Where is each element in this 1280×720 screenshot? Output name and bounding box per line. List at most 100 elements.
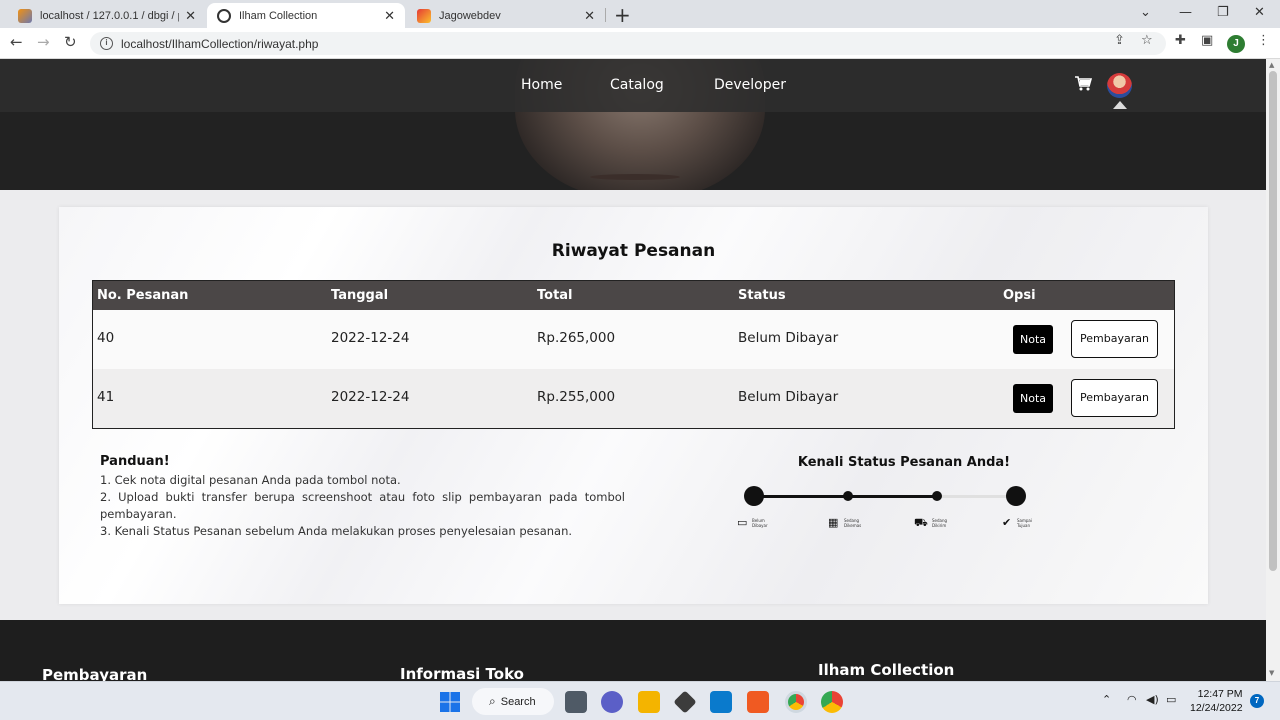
nav-home[interactable]: Home bbox=[521, 77, 562, 93]
tracker-dot-1 bbox=[744, 486, 764, 506]
tracker-dot-4 bbox=[1006, 486, 1026, 506]
volume-icon[interactable]: ◀) bbox=[1146, 693, 1159, 706]
file-explorer-icon[interactable] bbox=[638, 691, 660, 713]
nota-button[interactable]: Nota bbox=[1013, 384, 1053, 413]
truck-icon: ⛟ bbox=[914, 516, 928, 529]
guide-step-2: 2. Upload bukti transfer berupa screensh… bbox=[100, 490, 625, 521]
info-icon[interactable]: i bbox=[100, 37, 113, 50]
package-icon: ▦ bbox=[828, 516, 839, 529]
windows-start-icon[interactable] bbox=[439, 691, 461, 713]
close-window-button[interactable]: ✕ bbox=[1254, 5, 1265, 20]
col-tanggal: Tanggal bbox=[331, 288, 389, 303]
chrome-icon[interactable] bbox=[785, 691, 807, 713]
order-total: Rp.265,000 bbox=[537, 330, 616, 346]
tab-title: Jagowebdev bbox=[439, 9, 501, 22]
table-row: 40 2022-12-24 Rp.265,000 Belum Dibayar N… bbox=[93, 310, 1174, 369]
cart-icon[interactable] bbox=[1075, 76, 1093, 95]
notification-badge[interactable]: 7 bbox=[1250, 694, 1264, 708]
step-label: Sampai Tujuan bbox=[1017, 518, 1032, 528]
minimize-button[interactable]: — bbox=[1179, 5, 1192, 20]
col-no-pesanan: No. Pesanan bbox=[97, 288, 189, 303]
scroll-up-icon[interactable]: ▲ bbox=[1269, 61, 1274, 69]
nav-developer[interactable]: Developer bbox=[714, 77, 786, 93]
close-icon[interactable]: ✕ bbox=[185, 8, 196, 24]
footer-informasi-toko: Informasi Toko bbox=[400, 665, 524, 681]
scroll-thumb[interactable] bbox=[1269, 71, 1277, 571]
url-text: localhost/IlhamCollection/riwayat.php bbox=[121, 36, 319, 51]
search-label: Search bbox=[500, 695, 536, 708]
step-label: Belum Dibayar bbox=[752, 518, 768, 528]
new-tab-button[interactable]: + bbox=[614, 3, 631, 27]
close-icon[interactable]: ✕ bbox=[584, 8, 595, 24]
clock-date: 12/24/2022 bbox=[1190, 702, 1243, 714]
col-total: Total bbox=[537, 288, 573, 303]
wifi-icon[interactable]: ◠ bbox=[1127, 693, 1137, 706]
tab-ilham-collection[interactable]: Ilham Collection ✕ bbox=[207, 3, 405, 28]
battery-icon[interactable]: ▭ bbox=[1166, 693, 1176, 706]
taskbar-clock[interactable]: 12:47 PM 12/24/2022 bbox=[1190, 687, 1243, 715]
check-circle-icon: ✔ bbox=[1002, 516, 1012, 529]
table-header: No. Pesanan Tanggal Total Status Opsi bbox=[93, 281, 1174, 310]
address-toolbar: ← → ↻ i localhost/IlhamCollection/riwaya… bbox=[0, 28, 1280, 59]
user-avatar[interactable] bbox=[1107, 73, 1132, 98]
dropdown-caret-icon bbox=[1113, 101, 1127, 109]
pembayaran-button[interactable]: Pembayaran bbox=[1071, 320, 1158, 358]
tab-title: Ilham Collection bbox=[239, 9, 318, 22]
bookmark-star-icon[interactable]: ☆ bbox=[1141, 33, 1153, 48]
extensions-icon[interactable]: ✚ bbox=[1175, 33, 1186, 48]
phpmyadmin-icon bbox=[18, 8, 32, 23]
maximize-button[interactable]: ❐ bbox=[1217, 5, 1229, 20]
status-tracker: ▭ Belum Dibayar ▦ Sedang Dikemas ⛟ Sedan… bbox=[734, 482, 1034, 542]
forward-button[interactable]: → bbox=[37, 33, 50, 51]
vscode-icon[interactable] bbox=[710, 691, 732, 713]
order-number: 40 bbox=[97, 330, 115, 346]
order-number: 41 bbox=[97, 389, 115, 405]
guide-section: Panduan! 1. Cek nota digital pesanan And… bbox=[100, 454, 625, 540]
tracker-dot-3 bbox=[932, 491, 942, 501]
reload-button[interactable]: ↻ bbox=[64, 33, 77, 51]
taskbar-search[interactable]: ⌕ Search bbox=[472, 688, 554, 715]
clock-time: 12:47 PM bbox=[1197, 688, 1243, 700]
address-bar[interactable]: i localhost/IlhamCollection/riwayat.php bbox=[90, 32, 1166, 55]
guide-title: Panduan! bbox=[100, 454, 170, 469]
profile-avatar[interactable]: J bbox=[1227, 35, 1245, 53]
tab-search-icon[interactable]: ⌄ bbox=[1140, 5, 1151, 20]
status-legend-title: Kenali Status Pesanan Anda! bbox=[797, 455, 1011, 470]
order-date: 2022-12-24 bbox=[331, 389, 410, 405]
tab-jagowebdev[interactable]: Jagowebdev ✕ bbox=[407, 3, 605, 28]
nav-catalog[interactable]: Catalog bbox=[610, 77, 664, 93]
order-status: Belum Dibayar bbox=[738, 330, 839, 346]
xampp-icon[interactable] bbox=[747, 691, 769, 713]
col-status: Status bbox=[738, 288, 786, 303]
nota-button[interactable]: Nota bbox=[1013, 325, 1053, 354]
guide-step-3: 3. Kenali Status Pesanan sebelum Anda me… bbox=[100, 524, 573, 538]
table-row: 41 2022-12-24 Rp.255,000 Belum Dibayar N… bbox=[93, 369, 1174, 428]
footer-ilham-collection: Ilham Collection bbox=[818, 661, 955, 679]
guide-step-1: 1. Cek nota digital pesanan Anda pada to… bbox=[100, 473, 401, 487]
search-icon: ⌕ bbox=[489, 694, 496, 708]
windows-taskbar: ⌕ Search ⌃ ◠ ◀) ▭ 12:47 PM 12/24/2022 7 bbox=[0, 681, 1280, 720]
side-panel-icon[interactable]: ▣ bbox=[1201, 33, 1213, 48]
chrome-profile-icon[interactable] bbox=[821, 691, 843, 713]
page-scrollbar[interactable]: ▲ ▼ bbox=[1266, 59, 1280, 681]
back-button[interactable]: ← bbox=[10, 33, 23, 51]
order-history-card: Riwayat Pesanan No. Pesanan Tanggal Tota… bbox=[59, 207, 1208, 604]
scroll-down-icon[interactable]: ▼ bbox=[1269, 669, 1274, 677]
tab-separator bbox=[605, 8, 606, 22]
order-total: Rp.255,000 bbox=[537, 389, 616, 405]
menu-kebab-icon[interactable]: ⋮ bbox=[1257, 33, 1270, 48]
step-label: Sedang Dikemas bbox=[844, 518, 862, 528]
teams-chat-icon[interactable] bbox=[601, 691, 623, 713]
close-icon[interactable]: ✕ bbox=[384, 8, 395, 24]
share-icon[interactable]: ⇪ bbox=[1114, 33, 1125, 48]
tracker-line-empty bbox=[934, 495, 1014, 498]
page-title: Riwayat Pesanan bbox=[551, 241, 716, 261]
task-view-icon[interactable] bbox=[565, 691, 587, 713]
page-viewport: Home Catalog Developer Riwayat Pesanan N… bbox=[0, 59, 1266, 681]
unity-icon[interactable] bbox=[673, 690, 697, 714]
jagowebdev-icon bbox=[417, 8, 431, 23]
pembayaran-button[interactable]: Pembayaran bbox=[1071, 379, 1158, 417]
chevron-up-icon[interactable]: ⌃ bbox=[1102, 693, 1111, 706]
col-opsi: Opsi bbox=[1003, 288, 1036, 303]
tab-phpmyadmin[interactable]: localhost / 127.0.0.1 / dbgi / pem ✕ bbox=[8, 3, 206, 28]
